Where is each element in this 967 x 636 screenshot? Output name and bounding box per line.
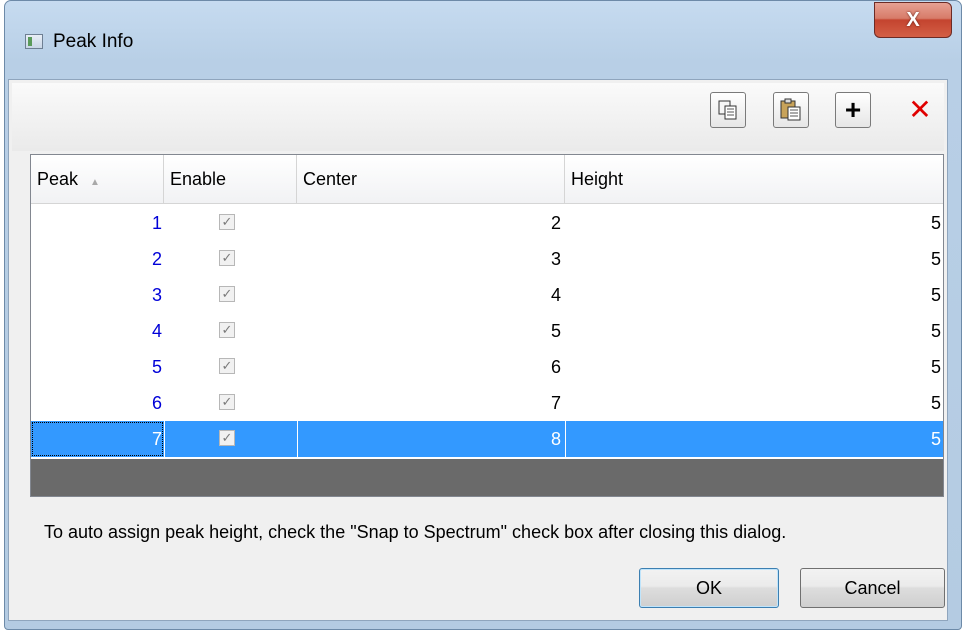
sort-ascending-icon: ▲ [90, 177, 100, 188]
enable-checkbox[interactable]: ✓ [219, 250, 235, 266]
column-separator [164, 421, 165, 457]
paste-button[interactable] [773, 92, 809, 128]
delete-peak-button[interactable]: ✕ [900, 92, 940, 128]
add-peak-button[interactable]: + [835, 92, 871, 128]
ok-button[interactable]: OK [639, 568, 779, 608]
peak-number-cell[interactable]: 7 [31, 421, 164, 457]
center-cell[interactable]: 4 [297, 277, 565, 313]
enable-cell: ✓ [164, 241, 297, 277]
enable-cell: ✓ [164, 313, 297, 349]
height-cell[interactable]: 5 [565, 205, 943, 241]
column-separator [297, 421, 298, 457]
height-cell[interactable]: 5 [565, 277, 943, 313]
table-row[interactable]: 1 ✓ 2 5 [31, 205, 943, 241]
center-cell[interactable]: 2 [297, 205, 565, 241]
copy-button[interactable] [710, 92, 746, 128]
plus-icon: + [844, 94, 862, 125]
height-cell[interactable]: 5 [565, 241, 943, 277]
center-cell[interactable]: 5 [297, 313, 565, 349]
cancel-button[interactable]: Cancel [800, 568, 945, 608]
column-header-center[interactable]: Center [297, 155, 565, 203]
app-icon [25, 34, 43, 49]
enable-checkbox[interactable]: ✓ [219, 286, 235, 302]
paste-icon [780, 98, 801, 121]
column-separator [565, 421, 566, 457]
column-header-enable[interactable]: Enable [164, 155, 297, 203]
peak-number-cell[interactable]: 6 [31, 385, 164, 421]
delete-icon: ✕ [908, 94, 932, 125]
title-bar[interactable]: Peak Info [5, 1, 961, 85]
peak-number-cell[interactable]: 1 [31, 205, 164, 241]
column-header-peak[interactable]: Peak ▲ [31, 155, 164, 203]
copy-icon [718, 100, 737, 120]
height-cell[interactable]: 5 [565, 349, 943, 385]
peak-number-cell[interactable]: 3 [31, 277, 164, 313]
hint-text: To auto assign peak height, check the "S… [44, 522, 787, 542]
enable-cell: ✓ [164, 421, 297, 457]
table-empty-area [31, 459, 943, 496]
enable-cell: ✓ [164, 277, 297, 313]
enable-cell: ✓ [164, 205, 297, 241]
enable-checkbox[interactable]: ✓ [219, 394, 235, 410]
height-cell[interactable]: 5 [565, 313, 943, 349]
table-row[interactable]: 2 ✓ 3 5 [31, 241, 943, 277]
enable-checkbox[interactable]: ✓ [219, 214, 235, 230]
peak-number-cell[interactable]: 2 [31, 241, 164, 277]
table-row[interactable]: 3 ✓ 4 5 [31, 277, 943, 313]
table-row[interactable]: 4 ✓ 5 5 [31, 313, 943, 349]
height-cell[interactable]: 5 [565, 385, 943, 421]
center-cell[interactable]: 3 [297, 241, 565, 277]
enable-cell: ✓ [164, 349, 297, 385]
enable-cell: ✓ [164, 385, 297, 421]
enable-checkbox[interactable]: ✓ [219, 430, 235, 446]
height-cell[interactable]: 5 [565, 421, 943, 457]
close-button[interactable]: X [874, 2, 952, 38]
enable-checkbox[interactable]: ✓ [219, 322, 235, 338]
table-row[interactable]: 7 ✓ 8 5 [31, 421, 943, 457]
peak-number-cell[interactable]: 4 [31, 313, 164, 349]
peak-number-cell[interactable]: 5 [31, 349, 164, 385]
center-cell[interactable]: 8 [297, 421, 565, 457]
peak-table[interactable]: Peak ▲ Enable Center Height 1 ✓ 2 5 2 ✓ 3 5 3 ✓ 4 5 4… [30, 154, 944, 497]
table-header: Peak ▲ Enable Center Height [31, 155, 943, 204]
window-title: Peak Info [53, 31, 134, 52]
table-row[interactable]: 5 ✓ 6 5 [31, 349, 943, 385]
column-header-height[interactable]: Height [565, 155, 943, 203]
table-row[interactable]: 6 ✓ 7 5 [31, 385, 943, 421]
center-cell[interactable]: 6 [297, 349, 565, 385]
center-cell[interactable]: 7 [297, 385, 565, 421]
enable-checkbox[interactable]: ✓ [219, 358, 235, 374]
